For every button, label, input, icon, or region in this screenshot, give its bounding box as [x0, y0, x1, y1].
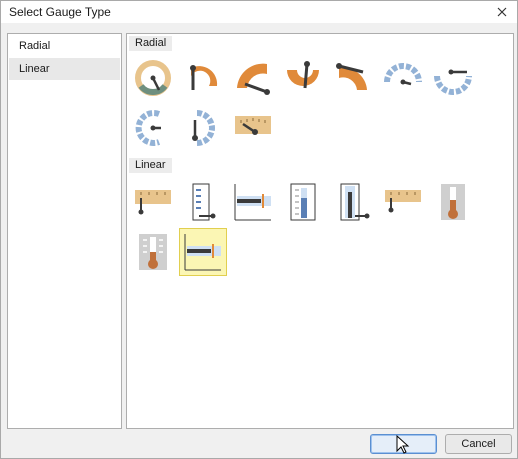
radial-right-blue-gauge-icon: [192, 110, 215, 146]
gauge-tile-linear-horizontal-bar[interactable]: [231, 180, 275, 224]
linear-vertical-scale-gauge-icon: [192, 183, 216, 221]
linear-horizontal-tan-small-gauge-icon: [385, 190, 421, 213]
dialog-content: Radial Linear Radial Linear Cancel: [1, 23, 517, 458]
gauge-tile-radial-half-blue[interactable]: [381, 56, 425, 100]
radial-half-blue-gauge-icon: [384, 63, 422, 86]
gauge-tile-linear-thermometer-gray[interactable]: [131, 230, 175, 274]
gauge-tile-radial-half-orange[interactable]: [181, 56, 225, 100]
gauge-gallery: Radial Linear: [126, 33, 514, 429]
radial-bottom-half-blue-gauge-icon: [434, 69, 472, 95]
window-title: Select Gauge Type: [9, 5, 111, 19]
close-button[interactable]: [493, 3, 511, 21]
select-gauge-type-dialog: Select Gauge Type Radial Linear Radial L…: [0, 0, 518, 459]
radial-three-quarter-blue-gauge-icon: [135, 110, 161, 146]
title-bar: Select Gauge Type: [1, 1, 517, 23]
linear-horizontal-tan-gauge-icon: [135, 190, 171, 215]
category-item-radial[interactable]: Radial: [9, 35, 120, 57]
close-icon: [497, 7, 507, 17]
radial-scale-tan-gauge-icon: [235, 116, 271, 135]
cancel-button-label: Cancel: [461, 438, 496, 450]
gauge-tile-linear-vertical-bar[interactable]: [331, 180, 375, 224]
radial-quarter-right-gauge-icon: [336, 63, 367, 90]
gauge-tile-radial-quarter-right-orange[interactable]: [331, 56, 375, 100]
linear-horizontal-bar-gauge-icon: [234, 184, 271, 221]
category-item-label: Linear: [19, 63, 50, 75]
linear-horizontal-bar-gauge-icon: [184, 234, 221, 271]
gauge-tile-linear-vertical-scale[interactable]: [181, 180, 225, 224]
gauge-tile-linear-horizontal-tan-small[interactable]: [381, 180, 425, 224]
gauge-tile-radial-quarter-orange[interactable]: [231, 56, 275, 100]
linear-vertical-bar-gauge-icon: [340, 183, 370, 221]
linear-thermometer-blue-gauge-icon: [290, 183, 316, 221]
group-header-label: Radial: [135, 37, 167, 49]
linear-thermometer-orange-gauge-icon: [441, 184, 465, 220]
gauge-tile-radial-right-blue[interactable]: [181, 106, 225, 150]
gauge-tile-linear-thermometer-blue[interactable]: [281, 180, 325, 224]
group-header-radial: Radial: [129, 36, 173, 51]
cancel-button[interactable]: Cancel: [445, 434, 512, 454]
radial-bottom-half-gauge-icon: [287, 61, 319, 89]
gauge-tile-linear-thermometer-orange[interactable]: [431, 180, 475, 224]
group-header-label: Linear: [135, 159, 166, 171]
gauge-tile-radial-circular-tan[interactable]: [131, 56, 175, 100]
gauge-tile-radial-three-quarter-blue[interactable]: [131, 106, 175, 150]
gauge-tile-radial-bottom-half-orange[interactable]: [281, 56, 325, 100]
linear-thermometer-gray-gauge-icon: [139, 234, 167, 270]
radial-circular-gauge-icon: [135, 60, 171, 96]
radial-quarter-gauge-icon: [237, 63, 270, 95]
gauge-tile-radial-bottom-half-blue[interactable]: [431, 56, 475, 100]
category-list: Radial Linear: [7, 33, 122, 429]
ok-button[interactable]: [370, 434, 437, 454]
gauge-tile-linear-horizontal-tan[interactable]: [131, 180, 175, 224]
group-header-linear: Linear: [129, 158, 172, 173]
gauge-tile-linear-horizontal-bar-selected[interactable]: [179, 228, 227, 276]
category-item-label: Radial: [19, 40, 51, 52]
radial-half-gauge-icon: [190, 65, 218, 90]
gauge-tile-radial-scale-tan[interactable]: [231, 106, 275, 150]
category-item-linear[interactable]: Linear: [9, 58, 120, 80]
